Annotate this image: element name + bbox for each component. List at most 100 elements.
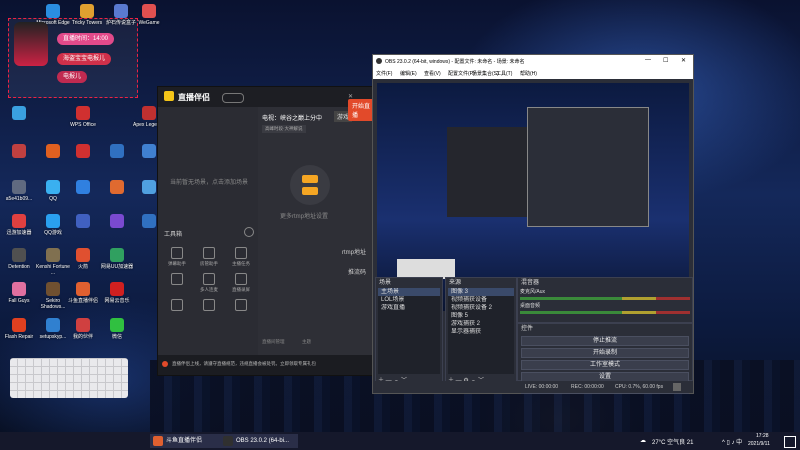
desktop-icon[interactable]: Sekiro Shadows... <box>36 282 70 310</box>
desktop-icon[interactable]: Fall Guys <box>2 282 36 304</box>
obs-control-button[interactable]: 工作室模式 <box>521 360 689 370</box>
desktop-icon[interactable]: 斗鱼直播伴侣 <box>66 282 100 304</box>
preview-nested-obs <box>527 107 649 227</box>
desktop-icon[interactable]: QQ <box>36 180 70 202</box>
desktop-icon[interactable]: 迅游加速器 <box>2 214 36 236</box>
zb-tool-item[interactable]: 直播录屏 <box>226 273 256 293</box>
zb-card-icon-1 <box>302 175 318 183</box>
source-item[interactable]: 图像 3 <box>448 288 514 296</box>
desktop-icon[interactable]: a5e41b09... <box>2 180 36 202</box>
notification-icon[interactable] <box>784 436 796 448</box>
desktop-icon[interactable]: Kenshi Fortune ... <box>36 248 70 276</box>
tool-icon <box>235 273 247 285</box>
source-item[interactable]: 显示器捕获 <box>448 328 514 336</box>
app-icon <box>114 4 128 18</box>
zb-go-live-button[interactable]: 开始直播 <box>348 99 374 121</box>
source-item[interactable]: 游戏捕获 2 <box>448 320 514 328</box>
zb-notice-bar: 直播伴侣上线，请遵守直播规范，违规直播会被处罚。立即领取专属礼包 <box>158 355 374 375</box>
clock-time[interactable]: 17:28 <box>756 433 769 439</box>
obs-close-icon[interactable]: ✕ <box>681 57 686 64</box>
source-item[interactable]: 视频捕获设备 2 <box>448 304 514 312</box>
obs-logo-icon <box>376 58 382 64</box>
obs-menu-item[interactable]: 文件(F) <box>376 70 392 77</box>
obs-menu-item[interactable]: 帮助(H) <box>520 70 537 77</box>
zb-version-badge[interactable] <box>222 93 244 103</box>
taskbar-app-label: OBS 23.0.2 (64-bi... <box>236 438 290 444</box>
desktop-icon-label: 网易UU加速器 <box>100 264 134 270</box>
scene-item[interactable]: 主场景 <box>378 288 440 296</box>
obs-titlebar[interactable]: OBS 23.0.2 (64-bit, windows) - 配置文件: 未命名… <box>373 55 693 67</box>
desktop-icon[interactable]: 网易UU加速器 <box>100 248 134 270</box>
volume-meter[interactable] <box>520 311 690 314</box>
zb-tool-item[interactable]: 主播任务 <box>226 247 256 267</box>
obs-control-button[interactable]: 开始录制 <box>521 348 689 358</box>
weather-text[interactable]: 27°C 空气良 21 <box>652 437 693 446</box>
zb-tool-item[interactable]: 多人连麦 <box>194 273 224 293</box>
zb-tool-item[interactable] <box>226 299 256 313</box>
taskbar-app[interactable]: 斗鱼直播伴侣 <box>150 434 228 448</box>
zb-tool-item[interactable] <box>162 273 192 287</box>
desktop-icon[interactable]: 火箭 <box>66 248 100 270</box>
volume-meter[interactable] <box>520 297 690 300</box>
zb-scene-tabs[interactable] <box>164 113 194 119</box>
zb-bottom-tool-2[interactable]: 主题 <box>302 339 311 345</box>
desktop-icon[interactable]: Flash Repair <box>2 318 36 340</box>
desktop-icon[interactable]: 微信 <box>100 318 134 340</box>
obs-menu-item[interactable]: 配置文件(P) <box>448 70 475 77</box>
clock-date[interactable]: 2021/9/11 <box>748 441 770 447</box>
zb-tool-item[interactable]: 弹幕助手 <box>162 247 192 267</box>
zb-toolbox-settings-icon[interactable] <box>244 227 254 237</box>
desktop-icon[interactable] <box>2 106 36 122</box>
app-icon <box>76 144 90 158</box>
zb-bottom-tool-1[interactable]: 直播间管理 <box>262 339 285 345</box>
desktop-icon[interactable]: QQ游戏 <box>36 214 70 236</box>
mixer-channel-label: 麦克风/Aux <box>520 289 546 295</box>
desktop-icon[interactable] <box>66 180 100 196</box>
zb-tool-item[interactable] <box>162 299 192 313</box>
obs-control-button[interactable]: 停止推流 <box>521 336 689 346</box>
desktop-icon[interactable]: setupskyp... <box>36 318 70 340</box>
zb-tool-item[interactable]: 房管助手 <box>194 247 224 267</box>
desktop-icon[interactable] <box>100 144 134 160</box>
desktop-icon-label: 网易云音乐 <box>104 298 130 304</box>
desktop-icon[interactable] <box>66 214 100 230</box>
obs-menu-item[interactable]: 场景集合(S) <box>472 70 499 77</box>
desktop-icon[interactable] <box>100 214 134 230</box>
zb-tool-item[interactable] <box>194 299 224 313</box>
obs-minimize-icon[interactable]: — <box>645 57 651 63</box>
app-icon <box>110 318 124 332</box>
desktop-icon[interactable] <box>36 144 70 160</box>
app-icon <box>46 180 60 194</box>
desktop-icon[interactable]: WPS Office <box>66 106 100 128</box>
scene-item[interactable]: LOL场景 <box>378 296 440 304</box>
zb-rtmp-label: rtmp地址 <box>342 250 367 256</box>
app-icon <box>46 248 60 262</box>
zb-center-tip[interactable]: 更多rtmp地址设置 <box>280 211 328 220</box>
zb-tag-line[interactable]: 高峰时段·大神解说 <box>262 125 306 133</box>
scene-item[interactable]: 游戏直播 <box>378 304 440 312</box>
obs-menu-item[interactable]: 编辑(E) <box>400 70 417 77</box>
app-icon <box>142 214 156 228</box>
source-item[interactable]: 图像 5 <box>448 312 514 320</box>
obs-window[interactable]: OBS 23.0.2 (64-bit, windows) - 配置文件: 未命名… <box>372 54 694 394</box>
streaming-companion-window[interactable]: 直播伴侣 ✕ 当前暂无场景，点击添加场景 工具箱 弹幕助手 房管助手 主播任务 多人连… <box>157 86 375 376</box>
desktop-icon[interactable]: 我的伙伴 <box>66 318 100 340</box>
app-icon <box>12 282 26 296</box>
status-live: LIVE: 00:00:00 <box>525 384 559 390</box>
app-icon <box>76 180 90 194</box>
tray-icons[interactable]: ^ ▯ ♪ 中 <box>722 437 742 446</box>
obs-menu-item[interactable]: 查看(V) <box>424 70 441 77</box>
desktop-icon[interactable] <box>66 144 100 160</box>
source-item[interactable]: 视频捕获设备 <box>448 296 514 304</box>
anime-avatar <box>14 22 48 66</box>
obs-maximize-icon[interactable]: ☐ <box>663 57 668 64</box>
desktop-icon-label: 我的伙伴 <box>72 334 93 340</box>
obs-controls-dock: 控件 停止推流开始录制工作室模式设置退出 <box>517 323 693 394</box>
desktop-icon[interactable] <box>100 180 134 196</box>
zb-header: 直播伴侣 ✕ <box>158 87 374 107</box>
desktop-icon[interactable]: Detention <box>2 248 36 270</box>
desktop-icon[interactable] <box>2 144 36 160</box>
taskbar-app[interactable]: OBS 23.0.2 (64-bi... <box>220 434 298 448</box>
desktop-icon[interactable]: 网易云音乐 <box>100 282 134 304</box>
obs-menu-item[interactable]: 工具(T) <box>496 70 512 77</box>
